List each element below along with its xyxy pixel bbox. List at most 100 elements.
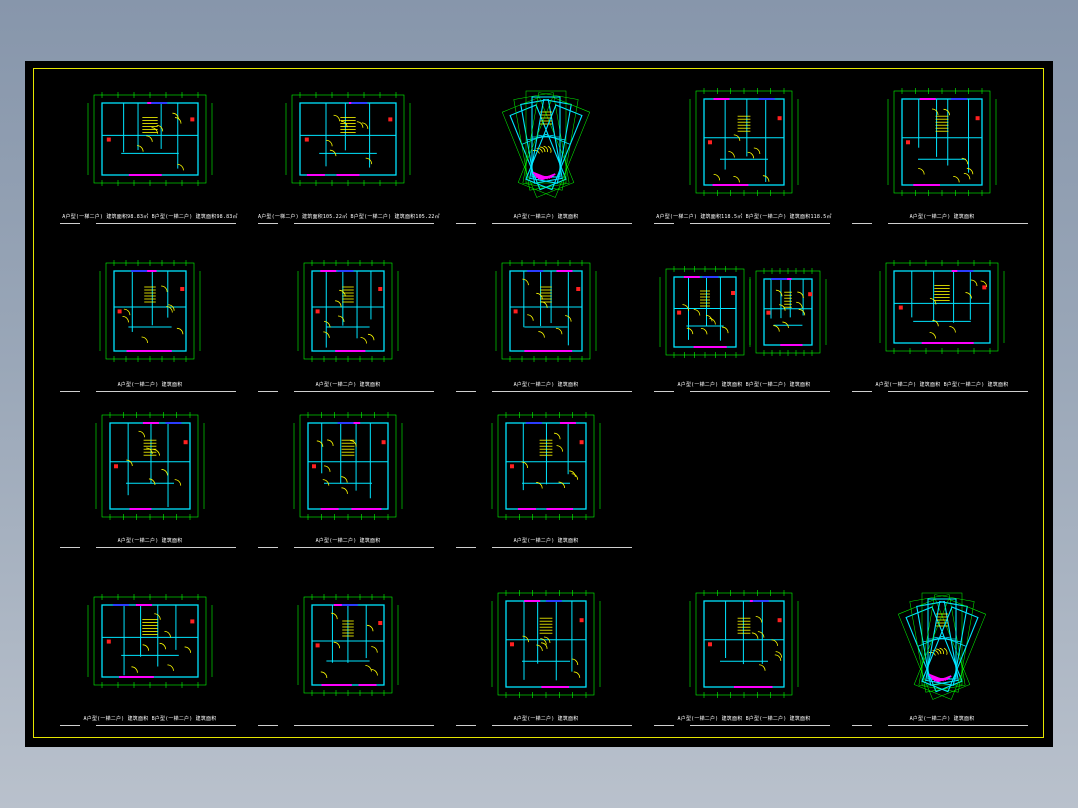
caption-underline-left <box>60 223 80 224</box>
drawing-sheet: A户型(一梯二户) 建筑面积98.83㎡ B户型(一梯二户) 建筑面积98.83… <box>25 61 1053 747</box>
plan-drawing <box>99 260 201 362</box>
door-swings <box>713 134 770 183</box>
stair-core <box>342 286 354 303</box>
floor-plan-p18: A户型(一梯二户) 建筑面积 <box>852 591 1032 731</box>
plan-drawing <box>689 88 799 196</box>
plan-caption: A户型(一梯二户) 建筑面积118.5㎡ B户型(一梯二户) 建筑面积118.5… <box>656 214 832 220</box>
plan-drawing <box>293 412 403 520</box>
stair-core <box>142 116 158 133</box>
caption-underline-right <box>492 223 632 224</box>
plan-walls <box>501 90 591 198</box>
plan-caption: A户型(一梯二户) 建筑面积 <box>909 716 975 722</box>
floor-plan-p9: A户型(一梯二户) 建筑面积 B户型(一梯二户) 建筑面积 <box>654 257 834 397</box>
windows <box>315 604 383 686</box>
floor-plan-p15 <box>258 591 438 731</box>
windows <box>117 270 185 352</box>
door-swings <box>521 432 579 489</box>
plan-walls <box>887 88 997 196</box>
plan-caption: A户型(一梯二户) 建筑面积 B户型(一梯二户) 建筑面积 <box>677 716 811 722</box>
floor-plan-p6: A户型(一梯二户) 建筑面积 <box>60 257 240 397</box>
caption-underline-left <box>258 223 278 224</box>
windows <box>304 102 393 176</box>
plan-drawing <box>501 90 591 198</box>
caption-underline-left <box>456 725 476 726</box>
plan-drawing <box>95 412 205 520</box>
caption-underline-right <box>294 547 434 548</box>
windows <box>106 102 195 176</box>
caption-underline-left <box>852 725 872 726</box>
door-swings <box>522 278 572 338</box>
plan-drawing <box>297 594 399 696</box>
plan-caption: A户型(一梯二户) 建筑面积 B户型(一梯二户) 建筑面积 <box>677 382 811 388</box>
caption-underline-right <box>690 223 830 224</box>
plan-drawing <box>491 412 601 520</box>
plan-caption: A户型(一梯二户) 建筑面积 B户型(一梯二户) 建筑面积 <box>875 382 1009 388</box>
caption-underline-left <box>654 223 674 224</box>
floor-plan-p1: A户型(一梯二户) 建筑面积98.83㎡ B户型(一梯二户) 建筑面积98.83… <box>60 89 240 229</box>
caption-underline-left <box>852 391 872 392</box>
plan-walls <box>689 590 799 698</box>
plan-drawing <box>87 92 213 186</box>
floor-plan-p2: A户型(一梯二户) 建筑面积105.22㎡ B户型(一梯二户) 建筑面积105.… <box>258 89 440 229</box>
caption-underline-left <box>456 547 476 548</box>
floor-plan-p16: A户型(一梯二户) 建筑面积 <box>456 590 636 731</box>
plan-walls <box>293 412 403 520</box>
plan-drawing <box>887 88 997 196</box>
plan-drawing <box>689 590 799 698</box>
floor-plan-p4: A户型(一梯二户) 建筑面积118.5㎡ B户型(一梯二户) 建筑面积118.5… <box>654 88 834 229</box>
caption-underline-right <box>690 725 830 726</box>
plan-caption: A户型(一梯二户) 建筑面积 <box>117 538 183 544</box>
door-swings <box>682 304 729 335</box>
floor-plan-p11: A户型(一梯二户) 建筑面积 <box>60 412 240 553</box>
stair-core <box>144 286 156 303</box>
plan-caption: A户型(一梯二户) 建筑面积 <box>117 382 183 388</box>
caption-underline-left <box>456 223 476 224</box>
plan-drawing <box>897 592 987 700</box>
caption-underline-right <box>888 725 1028 726</box>
stair-core <box>935 115 949 132</box>
floor-plan-p13: A户型(一梯二户) 建筑面积 <box>456 412 636 553</box>
floor-plan-p8: A户型(一梯二户) 建筑面积 <box>456 257 636 397</box>
windows <box>312 422 386 510</box>
plan-drawing <box>297 260 399 362</box>
plan-caption <box>258 715 438 723</box>
door-swings <box>320 612 378 678</box>
caption-underline-left <box>258 725 278 726</box>
plan-walls <box>659 266 751 358</box>
floor-plan-p3: A户型(一梯三户) 建筑面积 <box>456 89 636 229</box>
caption-underline-left <box>456 391 476 392</box>
plan-caption: A户型(一梯三户) 建筑面积 <box>513 214 579 220</box>
caption-underline-right <box>888 391 1028 392</box>
plan-walls <box>285 92 411 186</box>
windows <box>315 270 383 352</box>
caption-underline-right <box>492 547 632 548</box>
plan-walls <box>297 594 399 696</box>
plan-drawing <box>87 594 213 688</box>
plan-drawing <box>491 590 601 698</box>
caption-underline-right <box>294 223 434 224</box>
caption-underline-left <box>654 391 674 392</box>
door-swings <box>126 430 182 486</box>
stair-core <box>540 286 552 303</box>
door-swings <box>522 635 581 678</box>
windows <box>708 98 782 186</box>
caption-underline-right <box>294 391 434 392</box>
caption-underline-left <box>258 547 278 548</box>
plan-walls <box>897 592 987 700</box>
plan-walls <box>87 92 213 186</box>
plan-drawing <box>879 260 1005 354</box>
caption-underline-right <box>690 391 830 392</box>
stair-core <box>143 439 157 456</box>
plan-caption: A户型(一梯二户) 建筑面积 <box>513 538 579 544</box>
caption-underline-left <box>258 391 278 392</box>
floor-plan-p10: A户型(一梯二户) 建筑面积 B户型(一梯二户) 建筑面积 <box>852 257 1032 397</box>
plan-caption: A户型(一梯二户) 建筑面积 B户型(一梯二户) 建筑面积 <box>83 716 217 722</box>
plan-caption: A户型(一梯二户) 建筑面积 <box>513 382 579 388</box>
floor-plan-p12: A户型(一梯二户) 建筑面积 <box>258 412 438 553</box>
caption-underline-left <box>654 725 674 726</box>
plan-walls <box>99 260 201 362</box>
stair-core <box>340 116 356 133</box>
caption-underline-right <box>96 725 236 726</box>
stair-core <box>142 618 158 635</box>
plan-walls <box>749 268 827 356</box>
